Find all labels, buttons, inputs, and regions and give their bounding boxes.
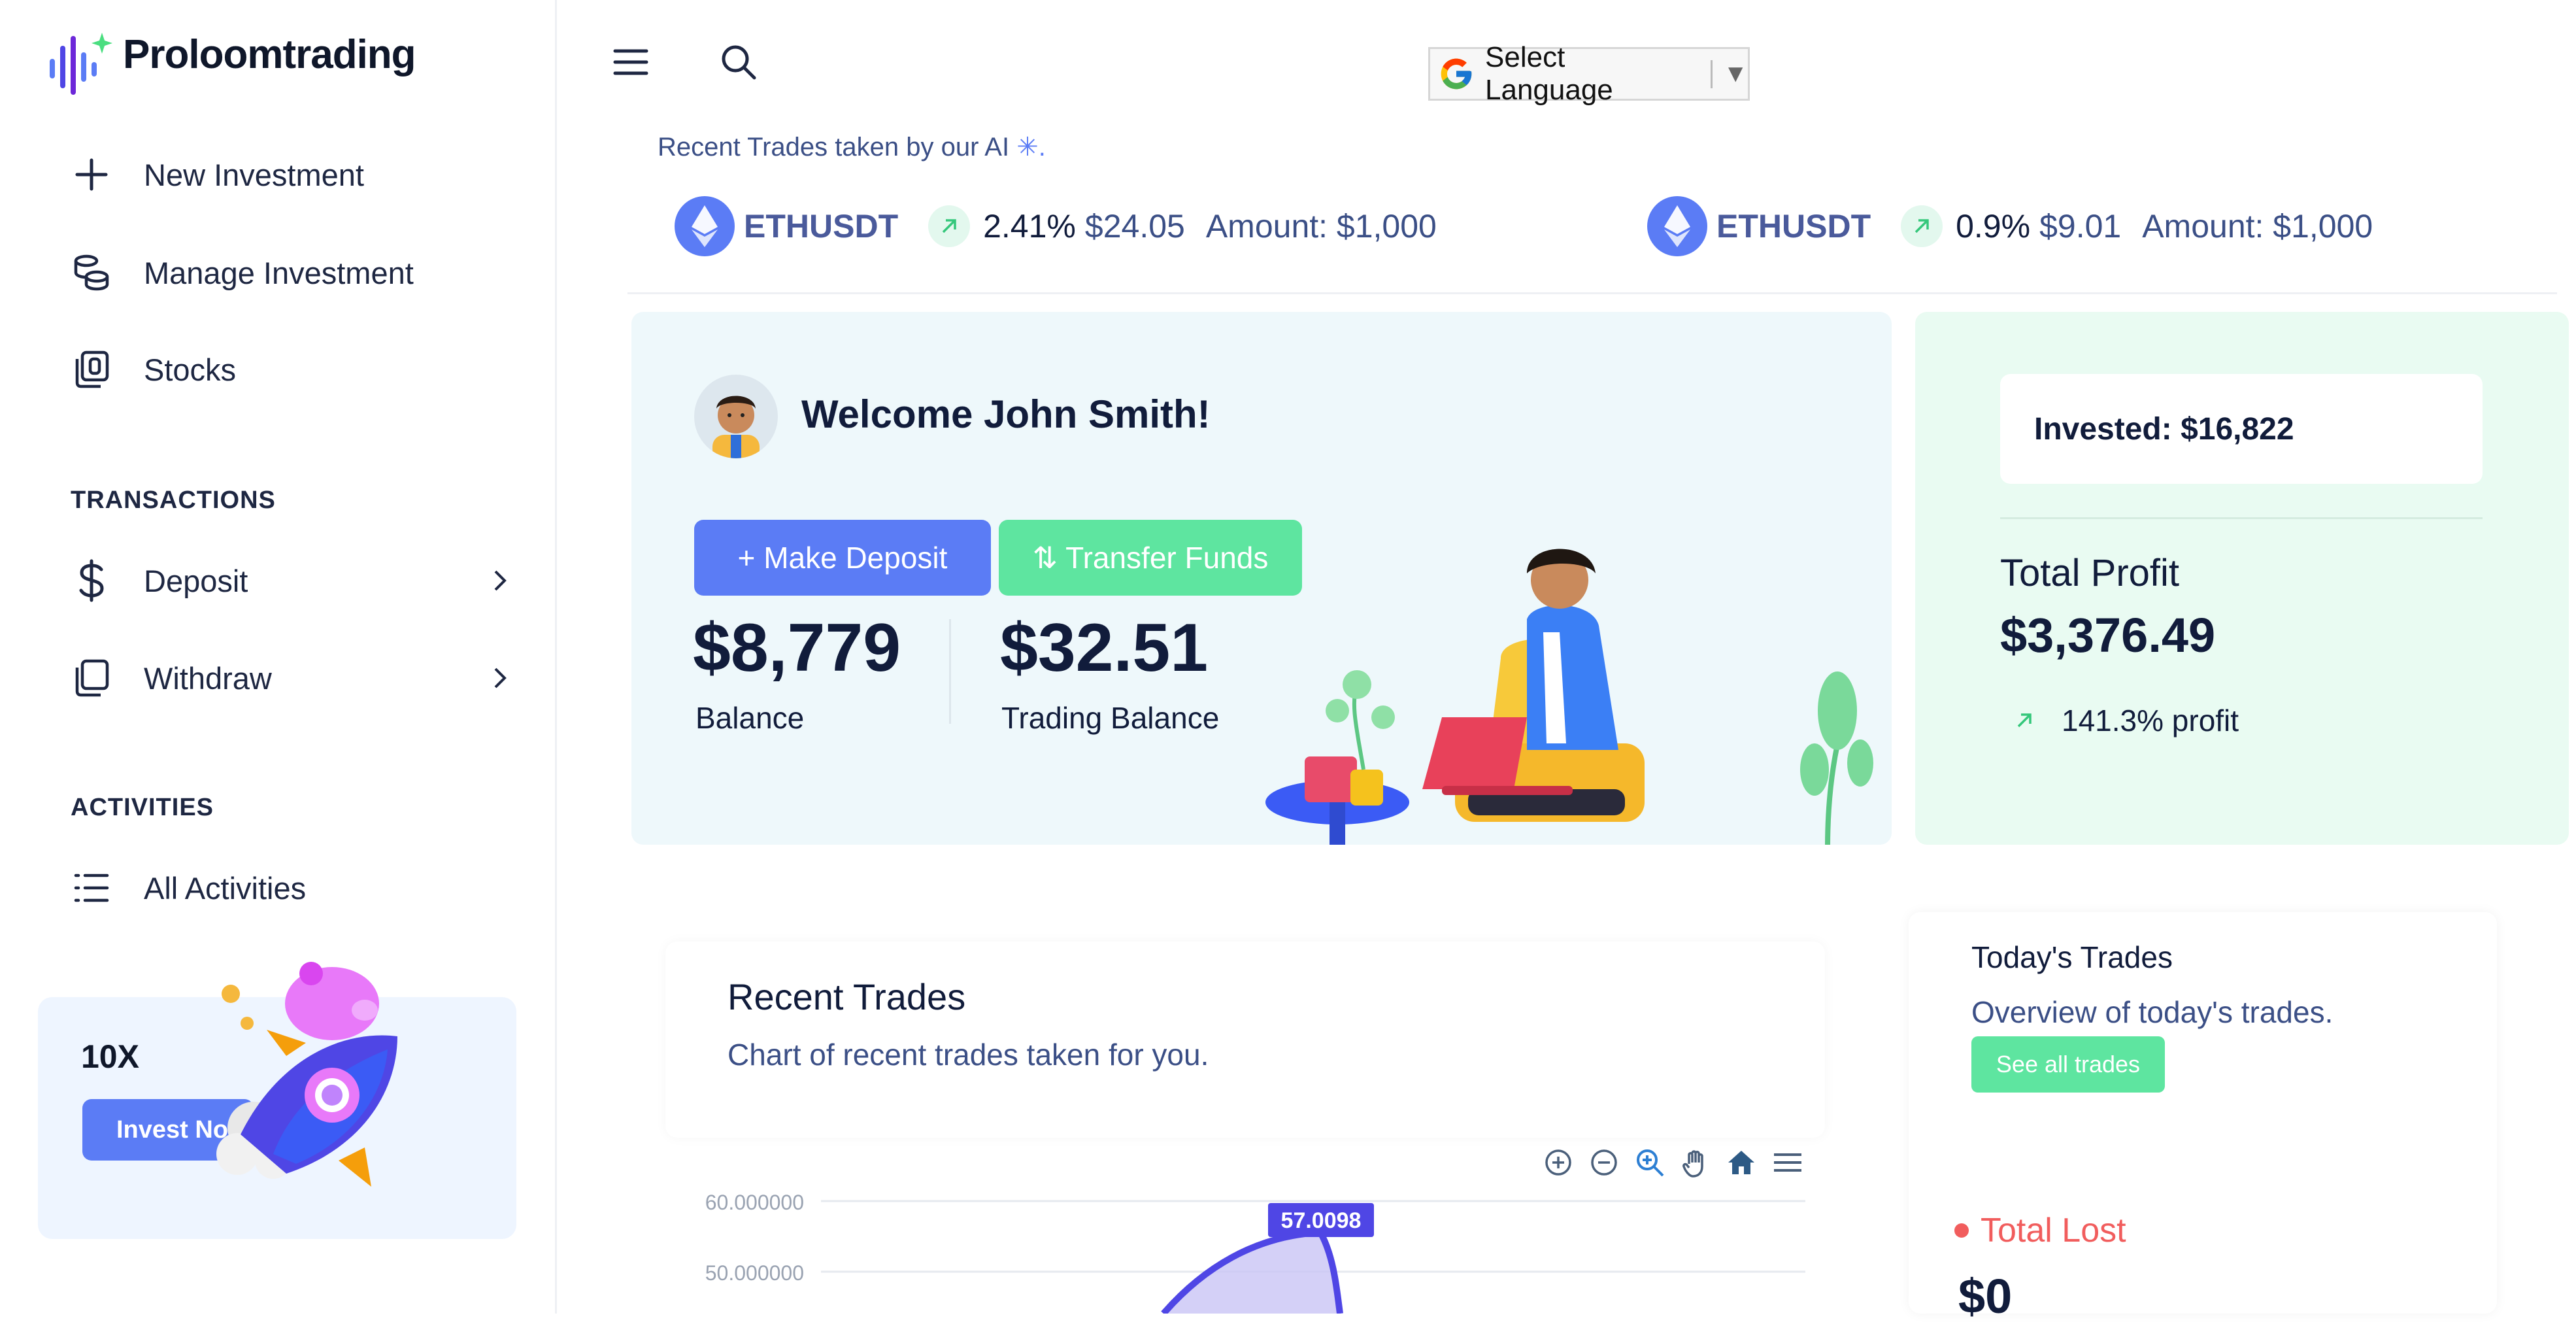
ethereum-icon: [1647, 196, 1707, 256]
welcome-card: Welcome John Smith! + Make Deposit ⇅ Tra…: [631, 312, 1892, 845]
chart-plot: 60.000000 50.000000 57.0098: [705, 1191, 1805, 1314]
ticker-heading-text: Recent Trades taken by our AI: [658, 133, 1010, 161]
profit-summary-card: Invested: $16,822 Total Profit $3,376.49…: [1915, 312, 2569, 845]
swap-arrows-icon: ⇅: [1032, 541, 1058, 575]
sidebar-item-label: Stocks: [144, 352, 237, 387]
total-lost-value: $0: [1958, 1269, 2013, 1323]
recent-trades-ticker: Recent Trades taken by our AI ✳. ETHUSDT…: [627, 111, 2557, 294]
total-lost: Total Lost: [1954, 1211, 2126, 1250]
sidebar-item-manage-investment[interactable]: Manage Investment: [65, 243, 510, 302]
hamburger-menu-icon[interactable]: [601, 33, 660, 92]
language-select[interactable]: Select Language ▼: [1428, 41, 1750, 106]
sidebar-item-label: Deposit: [144, 563, 248, 598]
todays-trades-title: Today's Trades: [1971, 940, 2173, 974]
trade-amount: Amount: $1,000: [1205, 208, 1437, 245]
total-profit-value: $3,376.49: [2000, 608, 2216, 662]
total-lost-label: Total Lost: [1981, 1212, 2126, 1249]
todays-trades-card: Today's Trades Overview of today's trade…: [1909, 912, 2497, 1323]
divider: [949, 619, 951, 724]
recent-trades-card: Recent Trades Chart of recent trades tak…: [665, 942, 1825, 1138]
recent-trades-subtitle: Chart of recent trades taken for you.: [728, 1038, 1209, 1072]
balance-value: $8,779: [693, 610, 901, 686]
trade-amount: Amount: $1,000: [2142, 208, 2373, 245]
search-icon[interactable]: [709, 33, 768, 92]
profit-percentage: 141.3% profit: [2013, 703, 2239, 738]
sidebar-item-label: Withdraw: [144, 660, 272, 696]
recent-trades-chart: 60.000000 50.000000 57.0098: [654, 1138, 1830, 1314]
data-label: 57.0098: [1281, 1208, 1362, 1233]
ticker-trade-item: ETHUSDT 2.41% $24.05 Amount: $1,000: [675, 196, 1437, 256]
trade-pair: ETHUSDT: [1716, 208, 1871, 245]
sidebar-item-label: All Activities: [144, 870, 307, 906]
balance-label: Balance: [695, 701, 805, 735]
recent-trades-title: Recent Trades: [728, 976, 966, 1017]
sidebar-item-label: Manage Investment: [144, 255, 414, 290]
see-all-trades-button[interactable]: See all trades: [1971, 1036, 2165, 1093]
ticker-heading: Recent Trades taken by our AI ✳.: [658, 132, 1046, 162]
trade-pair: ETHUSDT: [744, 208, 899, 245]
sidebar: Proloomtrading New Investment Manage Inv…: [0, 0, 557, 1314]
welcome-greeting: Welcome John Smith!: [801, 392, 1211, 436]
rocket-piggy-illustration: [201, 958, 463, 1206]
sidebar-item-new-investment[interactable]: New Investment: [65, 145, 510, 204]
promo-card: 10X Invest Now: [38, 962, 516, 1239]
google-g-icon: [1438, 56, 1475, 92]
language-select-label: Select Language: [1485, 41, 1613, 106]
ticker-trade-item: ETHUSDT 0.9% $9.01 Amount: $1,000: [1647, 196, 2373, 256]
section-heading-activities: ACTIVITIES: [71, 794, 214, 821]
red-dot-icon: [1954, 1223, 1969, 1238]
todays-trades-subtitle: Overview of today's trades.: [1971, 995, 2333, 1029]
transfer-funds-label: Transfer Funds: [1065, 541, 1269, 575]
brand-name[interactable]: Proloomtrading: [123, 31, 416, 78]
coins-icon: [65, 246, 118, 299]
chevron-right-icon: [490, 649, 510, 707]
dollar-icon: [65, 554, 118, 607]
y-tick-label: 60.000000: [705, 1191, 804, 1214]
sidebar-item-withdraw[interactable]: Withdraw: [65, 649, 510, 707]
list-icon: [65, 862, 118, 914]
trade-change: 2.41%: [983, 208, 1076, 245]
trend-up-icon: [2013, 709, 2035, 732]
chevron-right-icon: [490, 551, 510, 610]
person-laptop-illustration: [1252, 534, 1880, 845]
avatar: [694, 375, 778, 458]
sidebar-item-stocks[interactable]: Stocks: [65, 340, 510, 399]
sparkle-icon: ✳.: [1016, 133, 1046, 161]
divider: [2000, 517, 2483, 519]
plus-icon: [65, 148, 118, 201]
make-deposit-button[interactable]: + Make Deposit: [694, 520, 991, 596]
sidebar-item-label: New Investment: [144, 157, 364, 192]
trade-profit: $9.01: [2039, 208, 2122, 245]
trade-profit: $24.05: [1084, 208, 1185, 245]
trade-change: 0.9%: [1956, 208, 2031, 245]
trend-up-icon: [928, 205, 971, 247]
withdraw-icon: [65, 652, 118, 704]
trading-balance-value: $32.51: [1000, 610, 1209, 686]
trading-balance-label: Trading Balance: [1001, 701, 1220, 735]
sidebar-item-deposit[interactable]: Deposit: [65, 551, 510, 610]
section-heading-transactions: TRANSACTIONS: [71, 486, 276, 514]
total-profit-label: Total Profit: [2000, 552, 2179, 594]
y-tick-label: 50.000000: [705, 1261, 804, 1285]
ethereum-icon: [675, 196, 735, 256]
promo-title: 10X: [81, 1038, 139, 1075]
profit-percentage-text: 141.3% profit: [2062, 704, 2239, 738]
stocks-icon: [65, 343, 118, 396]
brand-logo-icon: [44, 26, 116, 98]
sidebar-item-all-activities[interactable]: All Activities: [65, 858, 510, 917]
invested-amount: Invested: $16,822: [2000, 374, 2483, 484]
trend-up-icon: [1901, 205, 1943, 247]
dropdown-arrow-icon: ▼: [1711, 59, 1748, 88]
